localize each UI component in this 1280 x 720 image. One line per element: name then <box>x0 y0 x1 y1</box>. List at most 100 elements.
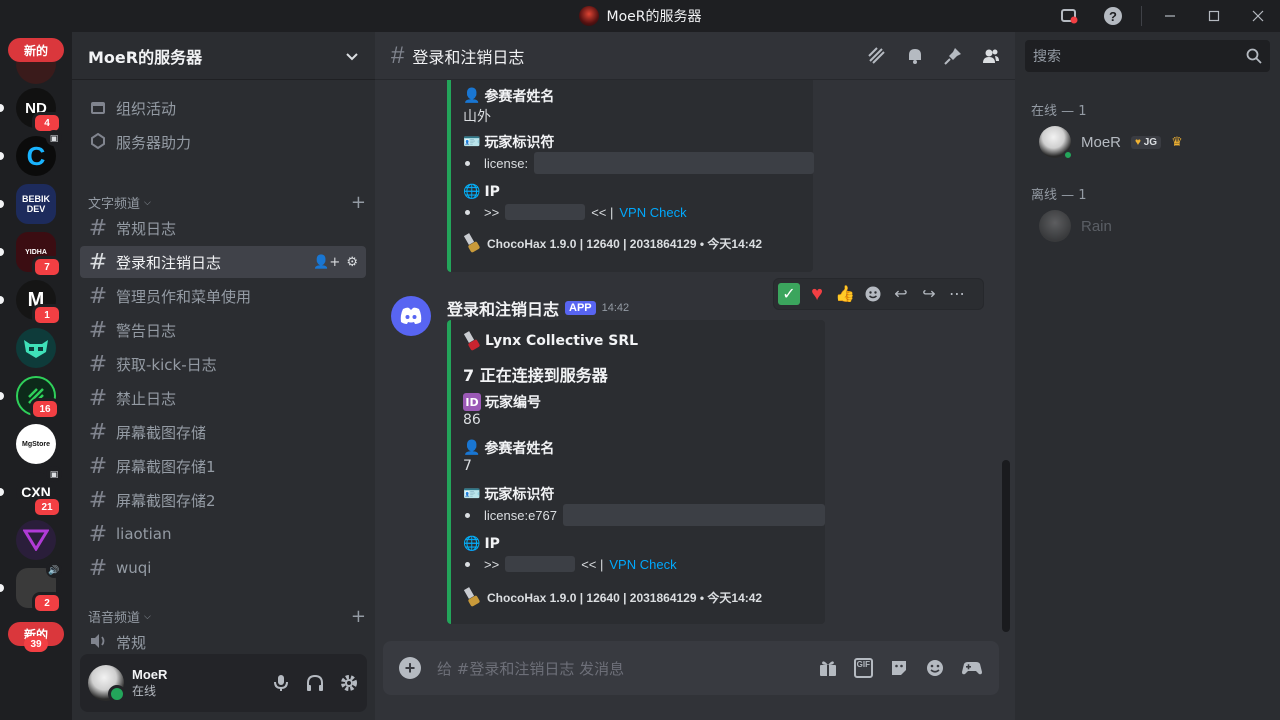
thumbs-up-reaction-icon[interactable]: 👍 <box>834 283 856 305</box>
user-panel: MoeR 在线 <box>80 654 367 712</box>
titlebar-divider <box>1141 6 1142 26</box>
server-icon-c[interactable]: C ▣ <box>16 130 62 176</box>
user-name: MoeR <box>132 667 168 682</box>
inbox-icon[interactable] <box>1047 0 1091 32</box>
more-icon[interactable]: ⋯ <box>946 283 968 305</box>
add-reaction-icon[interactable] <box>862 283 884 305</box>
channel-item-active[interactable]: # 登录和注销日志 👤+ ⚙ <box>80 246 366 278</box>
invite-icon[interactable]: 👤+ <box>313 255 340 270</box>
server-icon-nd[interactable]: ND 4 <box>16 88 62 134</box>
channel-item[interactable]: # 获取-kick-日志 <box>80 348 366 380</box>
add-channel-icon[interactable]: + <box>351 192 366 213</box>
server-icon-m[interactable]: M 1 <box>16 280 62 326</box>
headphones-icon[interactable] <box>305 673 325 693</box>
triangle-logo-icon <box>23 529 49 551</box>
check-reaction-icon[interactable]: ✓ <box>778 283 800 305</box>
maximize-icon[interactable] <box>1192 0 1236 32</box>
threads-icon[interactable] <box>867 46 887 66</box>
gear-icon[interactable]: ⚙ <box>346 255 358 270</box>
globe-icon: 🌐 <box>463 536 481 552</box>
message-input[interactable]: 给 #登录和注销日志 发消息 <box>437 658 624 679</box>
server-icon-v[interactable] <box>16 520 56 560</box>
user-status: 在线 <box>132 684 157 698</box>
boost-icon <box>88 130 108 155</box>
server-icon-photo[interactable]: 🔊 2 <box>16 562 62 614</box>
sticker-icon[interactable] <box>889 658 909 678</box>
reply-icon[interactable]: ↩ <box>890 283 912 305</box>
chevron-down-icon: ⌵ <box>144 197 151 208</box>
unread-indicator <box>0 392 4 400</box>
add-channel-icon[interactable]: + <box>351 606 366 627</box>
field-title: 🪪 玩家标识符 <box>463 134 555 151</box>
microphone-icon[interactable] <box>271 673 291 693</box>
hash-icon: # <box>88 555 108 581</box>
server-header[interactable]: MoeR的服务器 <box>72 32 375 80</box>
message-actions-bar: ✓ ♥ 👍 ↩ ↪ ⋯ <box>773 278 984 310</box>
channel-item[interactable]: # wuqi <box>80 552 366 584</box>
vpn-check-link[interactable]: VPN Check <box>619 205 686 220</box>
member-item[interactable]: MoeR ♥ JG ♛ <box>1039 126 1183 160</box>
channel-item[interactable]: # 禁止日志 <box>80 382 366 414</box>
avatar <box>1039 126 1073 160</box>
channel-item[interactable]: # 警告日志 <box>80 314 366 346</box>
gift-icon[interactable] <box>818 658 838 678</box>
attach-plus-icon[interactable]: + <box>399 657 421 679</box>
avatar[interactable] <box>391 296 431 336</box>
category-label: 语音频道 <box>88 611 141 626</box>
chevron-down-icon <box>346 52 358 60</box>
server-icon-mgstore[interactable]: MgStore <box>16 424 56 464</box>
close-icon[interactable] <box>1236 0 1280 32</box>
gif-icon[interactable]: GIF <box>853 658 873 678</box>
unread-indicator <box>0 248 4 256</box>
gamepad-icon[interactable] <box>961 658 983 678</box>
message-author[interactable]: 登录和注销日志 <box>447 296 559 320</box>
help-icon[interactable]: ? <box>1091 0 1135 32</box>
server-icon-bebik-dev[interactable]: BEBIK DEV <box>16 184 56 224</box>
brush-icon <box>463 588 481 606</box>
avatar[interactable] <box>88 665 126 703</box>
server-icon-yidha[interactable]: YIDHA 7 <box>16 232 62 278</box>
channel-item[interactable]: # 常规日志 <box>80 212 366 244</box>
sidebar-item-boost[interactable]: 服务器助力 <box>80 126 366 158</box>
redacted-block <box>505 204 586 220</box>
forward-icon[interactable]: ↪ <box>918 283 940 305</box>
id-card-icon: 🪪 <box>463 486 481 502</box>
member-list-icon[interactable] <box>981 46 1001 66</box>
member-tag: ♥ JG <box>1131 135 1162 149</box>
hash-icon: # <box>88 317 108 343</box>
vpn-check-link[interactable]: VPN Check <box>609 557 676 572</box>
ip-value: >> << | VPN Check <box>465 556 677 572</box>
heart-reaction-icon[interactable]: ♥ <box>806 283 828 305</box>
channel-item[interactable]: # 屏幕截图存储2 <box>80 484 366 516</box>
raccoon-icon <box>24 340 48 358</box>
server-icon-rocket[interactable]: 16 <box>16 376 60 420</box>
event-icon: ▣ <box>46 130 62 146</box>
sidebar-item-events[interactable]: 组织活动 <box>80 92 366 124</box>
hash-icon: # <box>88 215 108 241</box>
minimize-icon[interactable] <box>1148 0 1192 32</box>
category-text-channels[interactable]: 文字频道 ⌵ + <box>88 192 366 213</box>
event-icon: ▣ <box>46 466 62 482</box>
search-input[interactable]: 搜索 <box>1025 40 1270 72</box>
gear-icon[interactable] <box>339 673 359 693</box>
bell-icon[interactable] <box>905 46 925 66</box>
pin-icon[interactable] <box>943 46 963 66</box>
new-unread-pill-top[interactable]: 新的 <box>8 38 64 62</box>
category-voice-channels[interactable]: 语音频道 ⌵ + <box>88 606 366 627</box>
channel-item[interactable]: # 屏幕截图存储 <box>80 416 366 448</box>
hash-icon: # <box>88 249 108 275</box>
member-item[interactable]: Rain <box>1039 210 1112 242</box>
channel-item[interactable]: # 管理员作和菜单使用 <box>80 280 366 312</box>
channel-item[interactable]: # liaotian <box>80 518 366 550</box>
message-composer[interactable]: + 给 #登录和注销日志 发消息 GIF <box>383 641 999 695</box>
chat-area: # 登录和注销日志 👤 参赛者姓名 山外 🪪 玩家标识符 license: 🌐 IP … <box>375 32 1015 720</box>
online-status-icon <box>1063 150 1073 160</box>
id-card-icon: 🪪 <box>463 134 481 150</box>
server-icon-partial[interactable]: 39 <box>16 636 56 652</box>
scrollbar[interactable] <box>1002 460 1010 632</box>
server-icon-cxn[interactable]: CXN ▣ 21 <box>16 466 62 518</box>
field-title: 🌐 IP <box>463 184 500 200</box>
server-icon-raccoon[interactable] <box>16 328 56 368</box>
channel-item[interactable]: # 屏幕截图存储1 <box>80 450 366 482</box>
emoji-icon[interactable] <box>925 658 945 678</box>
